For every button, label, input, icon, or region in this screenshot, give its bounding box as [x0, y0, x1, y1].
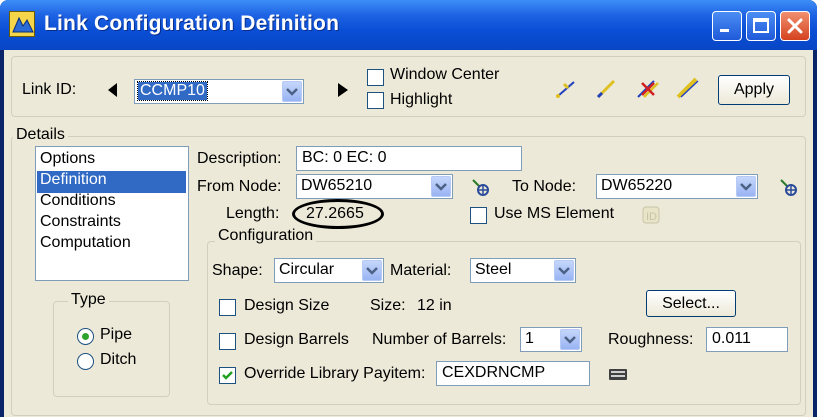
type-group-title: Type [68, 291, 109, 309]
link-tool-4-icon[interactable] [674, 75, 702, 108]
pick-to-node-icon[interactable] [778, 177, 800, 204]
svg-text:ID: ID [646, 211, 657, 223]
design-barrels-checkbox[interactable] [219, 333, 236, 350]
window-center-checkbox[interactable] [367, 69, 384, 86]
from-node-value: DW65210 [301, 177, 373, 194]
to-node-dropdown[interactable]: DW65220 [596, 174, 758, 199]
override-payitem-label: Override Library Payitem: [244, 365, 426, 382]
type-group [53, 301, 170, 397]
dialog-body: Link ID: CCMP10 Window Center Highlight … [4, 50, 813, 417]
details-listbox[interactable]: Options Definition Conditions Constraint… [35, 146, 189, 281]
use-ms-element-checkbox[interactable] [470, 207, 487, 224]
chevron-down-icon[interactable] [431, 176, 451, 197]
link-tool-3-icon[interactable] [634, 75, 662, 108]
pick-from-node-icon[interactable] [470, 177, 492, 204]
minimize-button[interactable] [712, 11, 742, 41]
material-dropdown[interactable]: Steel [470, 258, 576, 283]
keyboard-icon[interactable] [608, 366, 628, 387]
description-label: Description: [197, 150, 282, 167]
number-of-barrels-label: Number of Barrels: [372, 331, 507, 348]
design-size-label: Design Size [244, 297, 330, 314]
roughness-value: 0.011 [712, 330, 751, 347]
list-item-definition[interactable]: Definition [37, 171, 186, 193]
configuration-group-title: Configuration [215, 227, 317, 245]
from-node-label: From Node: [197, 178, 282, 195]
roughness-label: Roughness: [608, 331, 694, 348]
link-tool-2-icon[interactable] [594, 76, 620, 107]
to-node-label: To Node: [512, 178, 577, 195]
pipe-label: Pipe [100, 326, 133, 343]
shape-label: Shape: [212, 262, 263, 279]
roughness-field[interactable]: 0.011 [706, 327, 788, 352]
override-payitem-field[interactable]: CEXDRNCMP [436, 361, 590, 386]
chevron-down-icon[interactable] [554, 260, 574, 281]
override-payitem-value: CEXDRNCMP [442, 364, 546, 381]
apply-button[interactable]: Apply [718, 75, 790, 105]
dialog-window: Link Configuration Definition Link ID: C… [0, 0, 817, 417]
highlight-label: Highlight [390, 91, 453, 108]
app-icon [9, 11, 35, 37]
use-ms-element-label: Use MS Element [494, 205, 615, 222]
chevron-down-icon[interactable] [736, 176, 756, 197]
link-tool-1-icon[interactable] [554, 76, 580, 107]
link-id-value: CCMP10 [137, 81, 208, 101]
next-arrow-icon[interactable] [338, 83, 348, 102]
length-highlight-circle [292, 199, 384, 229]
material-label: Material: [390, 262, 452, 279]
material-value: Steel [475, 261, 512, 278]
previous-arrow-icon[interactable] [108, 83, 118, 102]
description-value: BC: 0 EC: 0 [302, 149, 387, 166]
shape-dropdown[interactable]: Circular [274, 258, 384, 283]
design-size-checkbox[interactable] [219, 299, 236, 316]
from-node-dropdown[interactable]: DW65210 [296, 174, 453, 199]
maximize-button[interactable] [746, 11, 776, 41]
length-label: Length: [226, 205, 280, 222]
close-button[interactable] [780, 11, 810, 41]
link-id-label: Link ID: [22, 81, 77, 98]
number-of-barrels-value: 1 [525, 330, 534, 347]
title-bar[interactable]: Link Configuration Definition [0, 0, 817, 50]
select-button[interactable]: Select... [646, 290, 736, 317]
list-item-computation[interactable]: Computation [37, 234, 186, 256]
ditch-label: Ditch [100, 351, 137, 368]
highlight-checkbox[interactable] [367, 92, 384, 109]
link-id-dropdown[interactable]: CCMP10 [134, 79, 304, 104]
window-title: Link Configuration Definition [44, 12, 340, 35]
list-item-constraints[interactable]: Constraints [37, 213, 186, 235]
pipe-radio[interactable] [77, 328, 94, 345]
chevron-down-icon[interactable] [282, 81, 302, 102]
size-value: 12 in [417, 297, 452, 314]
design-barrels-label: Design Barrels [244, 331, 349, 348]
to-node-value: DW65220 [601, 177, 673, 194]
details-group-title: Details [13, 126, 68, 144]
list-item-options[interactable]: Options [37, 150, 186, 172]
chevron-down-icon[interactable] [560, 329, 580, 350]
size-label: Size: [370, 297, 406, 314]
element-id-icon: ID [642, 205, 660, 230]
number-of-barrels-dropdown[interactable]: 1 [520, 327, 582, 352]
list-item-conditions[interactable]: Conditions [37, 192, 186, 214]
shape-value: Circular [279, 261, 335, 278]
override-payitem-checkbox[interactable] [219, 367, 236, 384]
window-center-label: Window Center [390, 66, 500, 83]
chevron-down-icon[interactable] [362, 260, 382, 281]
ditch-radio[interactable] [77, 353, 94, 370]
description-field[interactable]: BC: 0 EC: 0 [296, 146, 522, 171]
